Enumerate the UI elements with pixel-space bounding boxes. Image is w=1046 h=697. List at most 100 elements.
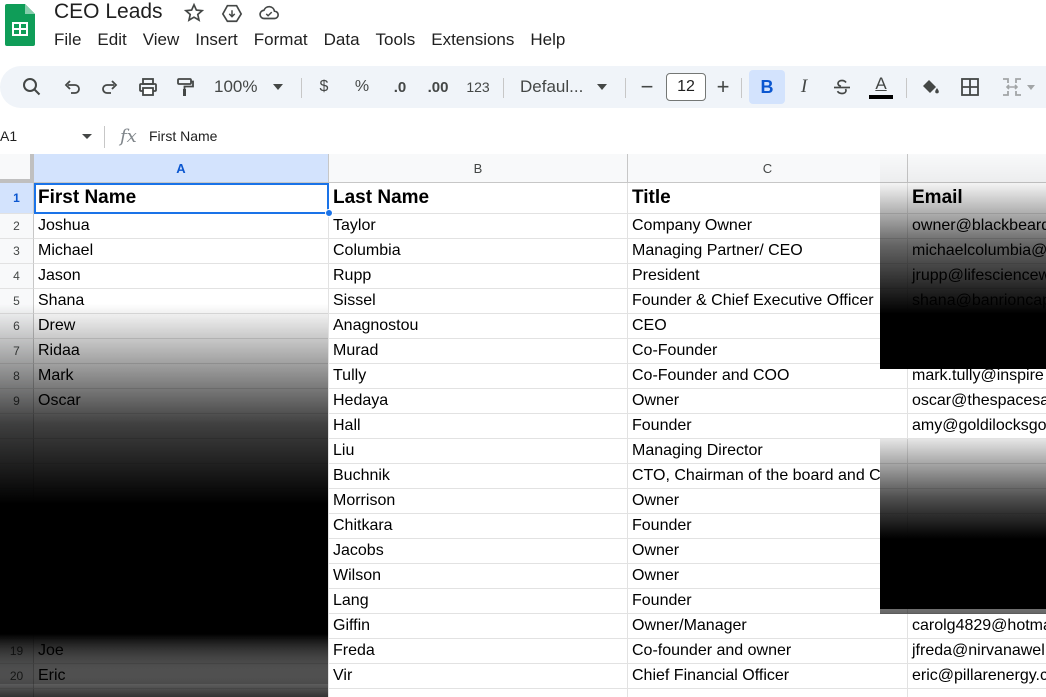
cloud-saved-icon[interactable] [258,2,280,24]
row-header[interactable]: 18 [0,614,34,639]
table-cell-c[interactable]: Co-Founder [628,339,908,364]
column-header-b[interactable]: B [329,154,628,183]
table-cell-a[interactable]: Drew [34,314,329,339]
table-cell-a[interactable]: Eric [34,664,329,689]
table-cell-d[interactable]: owner@blackbeard [908,214,1046,239]
document-title[interactable]: CEO Leads [54,0,163,24]
font-select[interactable]: Defaul... [510,70,620,104]
row-header[interactable] [0,414,34,439]
table-cell-c[interactable]: Co-Founder and COO [628,364,908,389]
fill-color-button[interactable] [914,70,946,104]
table-cell-a[interactable]: Oscar [34,389,329,414]
table-cell-c[interactable] [628,689,908,697]
column-header-a[interactable]: A [34,154,329,183]
table-cell-a[interactable]: Mark [34,364,329,389]
row-header[interactable] [0,464,34,489]
chevron-down-icon[interactable] [82,134,92,139]
decrease-font-size-button[interactable]: − [634,70,660,104]
table-cell-a[interactable]: Robert [34,564,329,589]
row-header[interactable] [0,689,34,697]
menu-view[interactable]: View [135,28,188,52]
table-cell-c[interactable]: Founder [628,514,908,539]
italic-button[interactable]: I [788,70,820,104]
table-cell-a[interactable]: Joe [34,639,329,664]
select-all-corner[interactable] [0,154,34,183]
table-cell-c[interactable]: Company Owner [628,214,908,239]
table-cell-b[interactable]: Giffin [329,614,628,639]
row-header[interactable]: 2 [0,214,34,239]
table-cell-b[interactable]: Rupp [329,264,628,289]
row-header[interactable]: 20 [0,664,34,689]
name-box[interactable]: A1 [0,128,17,144]
table-cell-b[interactable]: Buchnik [329,464,628,489]
table-cell-d[interactable] [908,339,1046,364]
table-cell-c[interactable]: Founder [628,589,908,614]
row-header[interactable]: 16 [0,564,34,589]
table-cell-b[interactable]: Columbia [329,239,628,264]
merge-cells-button[interactable] [994,70,1042,104]
header-cell-d[interactable]: Email [908,183,1046,214]
table-cell-b[interactable]: Jacobs [329,539,628,564]
header-cell-b[interactable]: Last Name [329,183,628,214]
row-header[interactable] [0,439,34,464]
table-cell-d[interactable]: michaelcolumbia@ [908,239,1046,264]
menu-extensions[interactable]: Extensions [423,28,522,52]
menu-help[interactable]: Help [522,28,573,52]
table-cell-d[interactable] [908,489,1046,514]
column-header-d[interactable] [908,154,1046,183]
row-header[interactable]: 7 [0,339,34,364]
table-cell-b[interactable]: Wilson [329,564,628,589]
strikethrough-button[interactable] [826,70,858,104]
table-cell-c[interactable]: Owner [628,564,908,589]
table-cell-b[interactable]: Chitkara [329,514,628,539]
print-button[interactable] [132,70,164,104]
table-cell-c[interactable]: CTO, Chairman of the board and C [628,464,908,489]
menu-data[interactable]: Data [316,28,368,52]
search-menus-button[interactable] [12,70,52,104]
header-cell-c[interactable]: Title [628,183,908,214]
percent-format-button[interactable]: % [348,70,376,104]
table-cell-c[interactable]: Founder [628,414,908,439]
currency-format-button[interactable]: $ [310,70,338,104]
table-cell-c[interactable]: Owner [628,539,908,564]
table-cell-b[interactable]: Freda [329,639,628,664]
table-cell-c[interactable]: Chief Financial Officer [628,664,908,689]
column-header-c[interactable]: C [628,154,908,183]
menu-file[interactable]: File [46,28,89,52]
increase-decimal-button[interactable]: .00 [420,70,456,104]
row-header[interactable]: 1 [0,183,34,214]
table-cell-d[interactable]: drew@sacredjourn [908,314,1046,339]
table-cell-d[interactable]: shana@banrioncap [908,289,1046,314]
table-cell-c[interactable]: Managing Director [628,439,908,464]
table-cell-a[interactable]: Chuck [34,614,329,639]
undo-button[interactable] [56,70,88,104]
row-header[interactable]: 4 [0,264,34,289]
row-header[interactable]: 3 [0,239,34,264]
table-cell-a[interactable] [34,414,329,439]
row-header[interactable]: 15 [0,539,34,564]
selection-fill-handle[interactable] [325,209,333,217]
table-cell-b[interactable]: Taylor [329,214,628,239]
table-cell-a[interactable]: Jason [34,264,329,289]
font-size-input[interactable]: 12 [666,73,706,101]
table-cell-a[interactable]: Shana [34,289,329,314]
row-header[interactable]: 19 [0,639,34,664]
table-cell-d[interactable] [908,589,1046,614]
borders-button[interactable] [954,70,986,104]
row-header[interactable]: 8 [0,364,34,389]
table-cell-c[interactable]: CEO [628,314,908,339]
table-cell-b[interactable]: Hall [329,414,628,439]
table-cell-d[interactable] [908,464,1046,489]
row-header[interactable]: 6 [0,314,34,339]
table-cell-a[interactable] [34,464,329,489]
table-cell-d[interactable] [908,439,1046,464]
table-cell-c[interactable]: Co-founder and owner [628,639,908,664]
table-cell-d[interactable]: oscar@thespacesa [908,389,1046,414]
star-icon[interactable] [183,2,205,24]
table-cell-c[interactable]: Owner [628,389,908,414]
table-cell-b[interactable]: Anagnostou [329,314,628,339]
table-cell-d[interactable] [908,689,1046,697]
table-cell-a[interactable] [34,514,329,539]
table-cell-c[interactable]: Managing Partner/ CEO [628,239,908,264]
table-cell-d[interactable] [908,539,1046,564]
